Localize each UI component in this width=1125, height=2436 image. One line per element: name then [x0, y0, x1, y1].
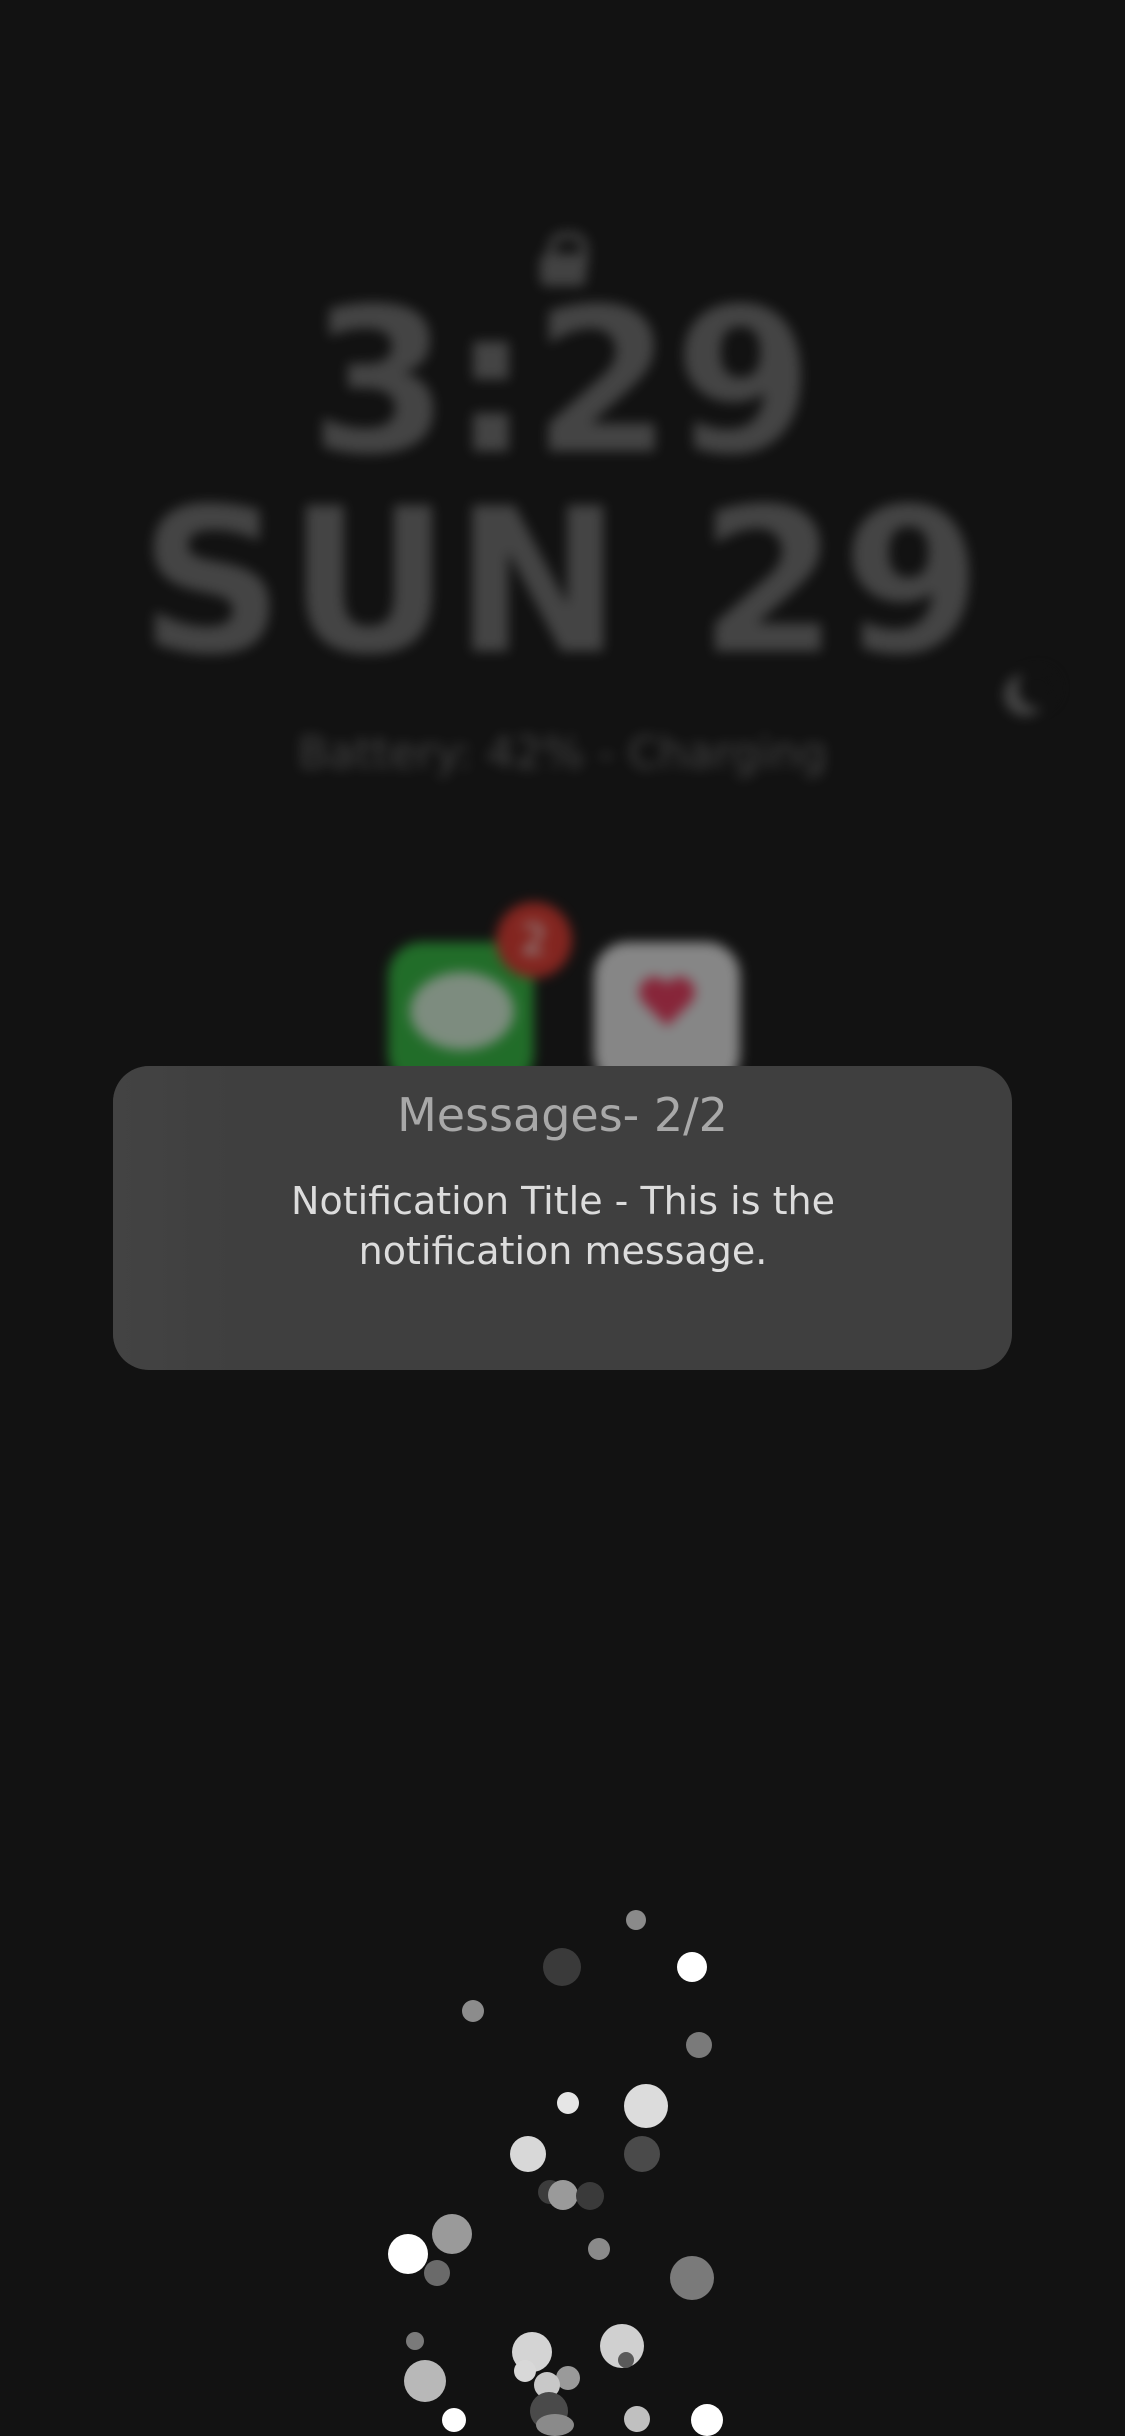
- particle-dot: [514, 2360, 536, 2382]
- messages-icon: [410, 972, 514, 1050]
- particle-dot: [404, 2360, 446, 2402]
- particle-dot: [548, 2180, 578, 2210]
- particle-dot: [462, 2000, 484, 2022]
- particle-dot: [424, 2260, 450, 2286]
- particle-dot: [618, 2352, 634, 2368]
- particle-dot: [536, 2414, 574, 2436]
- particle-dot: [670, 2256, 714, 2300]
- battery-value: 42% - Charging: [486, 728, 827, 779]
- particle-dot: [626, 1910, 646, 1930]
- particle-dot: [686, 2032, 712, 2058]
- particle-dot: [557, 2092, 579, 2114]
- lock-screen-background: 3:29 SUN 29 Battery: 42% - Charging 2: [0, 0, 1125, 1100]
- particle-dot: [624, 2084, 668, 2128]
- particle-dot: [588, 2238, 610, 2260]
- heart-icon: [640, 978, 694, 1032]
- particle-dot: [624, 2136, 660, 2172]
- particle-dot: [543, 1948, 581, 1986]
- lock-screen-date: SUN 29: [139, 466, 986, 699]
- particle-dot: [677, 1952, 707, 1982]
- particle-dot: [442, 2408, 466, 2432]
- particle-dot: [406, 2332, 424, 2350]
- notification-message: Notification Title - This is the notific…: [291, 1179, 835, 1273]
- battery-status: Battery: 42% - Charging: [0, 728, 1125, 779]
- particle-dot: [691, 2404, 723, 2436]
- notification-card[interactable]: Messages- 2/2 Notification Title - This …: [113, 1066, 1012, 1370]
- notification-header: Messages- 2/2: [397, 1088, 728, 1142]
- particle-dot: [624, 2406, 650, 2432]
- battery-label: Battery:: [298, 728, 473, 779]
- messages-badge: 2: [496, 902, 572, 978]
- particle-dot: [388, 2234, 428, 2274]
- lock-screen-time: 3:29: [309, 266, 816, 499]
- moon-icon: [1004, 668, 1058, 716]
- particle-dot: [432, 2214, 472, 2254]
- particle-dot: [576, 2182, 604, 2210]
- particle-effect: [0, 1880, 1125, 2436]
- particle-dot: [510, 2136, 546, 2172]
